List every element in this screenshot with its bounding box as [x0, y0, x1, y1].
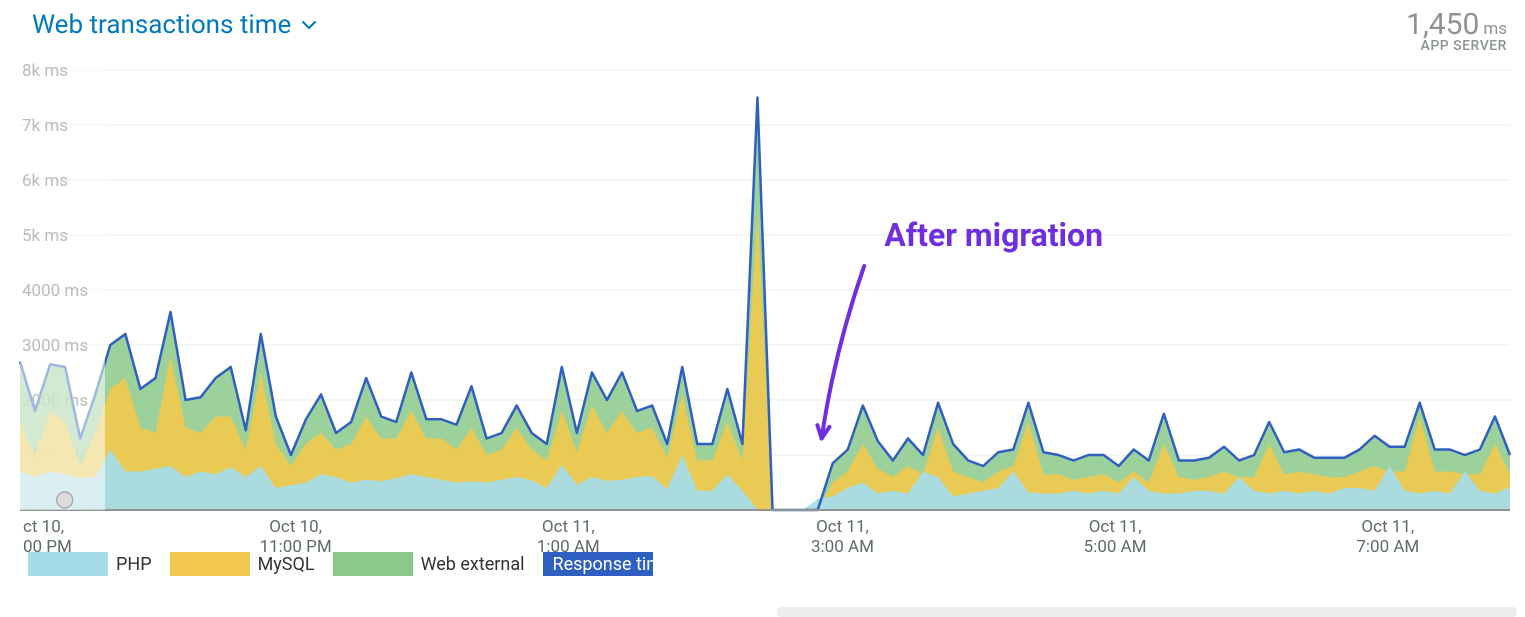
metric-summary: 1,450ms APP SERVER [1406, 10, 1515, 54]
chart-title-label: Web transactions time [32, 10, 291, 40]
chevron-down-icon [299, 15, 319, 35]
svg-text:00 PM: 00 PM [23, 537, 72, 557]
svg-text:Oct 11,: Oct 11, [1089, 517, 1142, 537]
horizontal-scrollbar[interactable] [777, 607, 1517, 617]
chart-title-select[interactable]: Web transactions time [10, 10, 319, 40]
svg-text:3:00 AM: 3:00 AM [811, 537, 874, 557]
svg-text:11:00 PM: 11:00 PM [260, 537, 332, 557]
metric-value: 1,450 [1406, 7, 1479, 42]
svg-text:7:00 AM: 7:00 AM [1356, 537, 1419, 557]
svg-text:Oct 11,: Oct 11, [1361, 517, 1414, 537]
metric-unit: ms [1483, 19, 1507, 39]
svg-text:Oct 10,: Oct 10, [269, 517, 322, 537]
legend-label-resp: Response time [553, 554, 672, 575]
svg-text:5:00 AM: 5:00 AM [1084, 537, 1147, 557]
chart[interactable]: 1000 ms2000 ms3000 ms4000 ms5k ms6k ms7k… [10, 50, 1515, 550]
legend-item-response[interactable]: Response time [543, 552, 672, 576]
svg-text:Oct 11,: Oct 11, [816, 517, 869, 537]
svg-text:Oct 11,: Oct 11, [542, 517, 595, 537]
svg-text:ct 10,: ct 10, [23, 517, 64, 537]
svg-text:After migration: After migration [884, 216, 1103, 254]
